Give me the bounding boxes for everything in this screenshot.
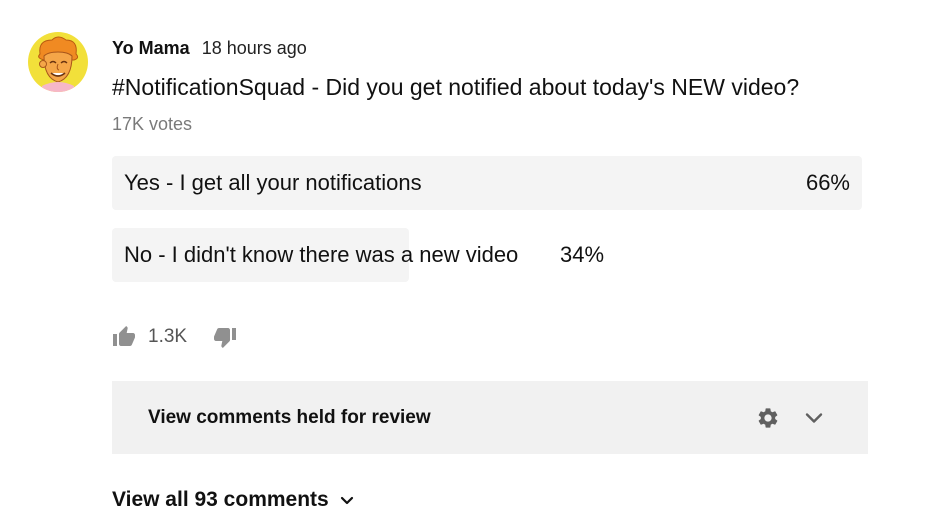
vote-count: 17K votes [112, 114, 193, 134]
poll-option-yes[interactable]: Yes - I get all your notifications 66% [112, 156, 862, 210]
thumbs-down-icon[interactable] [213, 325, 237, 349]
poll-option-percent: 66% [805, 170, 850, 195]
held-for-review-label[interactable]: View comments held for review [148, 381, 431, 454]
post-meta: Yo Mama 18 hours ago [112, 34, 872, 62]
poll-option-label: Yes - I get all your notifications [124, 170, 422, 195]
post-timestamp[interactable]: 18 hours ago [202, 38, 307, 59]
poll-question: #NotificationSquad - Did you get notifie… [112, 74, 800, 100]
view-all-comments-label: View all 93 comments [112, 488, 329, 511]
chevron-down-icon[interactable] [802, 406, 826, 430]
poll-option-percent: 34% [560, 242, 605, 267]
thumbs-up-icon[interactable] [112, 325, 136, 349]
chevron-down-icon [337, 490, 357, 510]
avatar-illustration [28, 32, 88, 92]
avatar[interactable] [28, 32, 88, 92]
view-all-comments-button[interactable]: View all 93 comments [112, 484, 357, 516]
author-name[interactable]: Yo Mama [112, 38, 190, 59]
poll-option-label: No - I didn't know there was a new video [124, 242, 519, 267]
poll-post: Yo Mama 18 hours ago #NotificationSquad … [112, 34, 872, 282]
poll-option-no[interactable]: No - I didn't know there was a new video… [112, 228, 862, 282]
gear-icon[interactable] [756, 406, 780, 430]
post-actions: 1.3K [112, 322, 237, 352]
like-count: 1.3K [148, 326, 188, 347]
held-for-review-panel[interactable]: View comments held for review [112, 381, 868, 454]
